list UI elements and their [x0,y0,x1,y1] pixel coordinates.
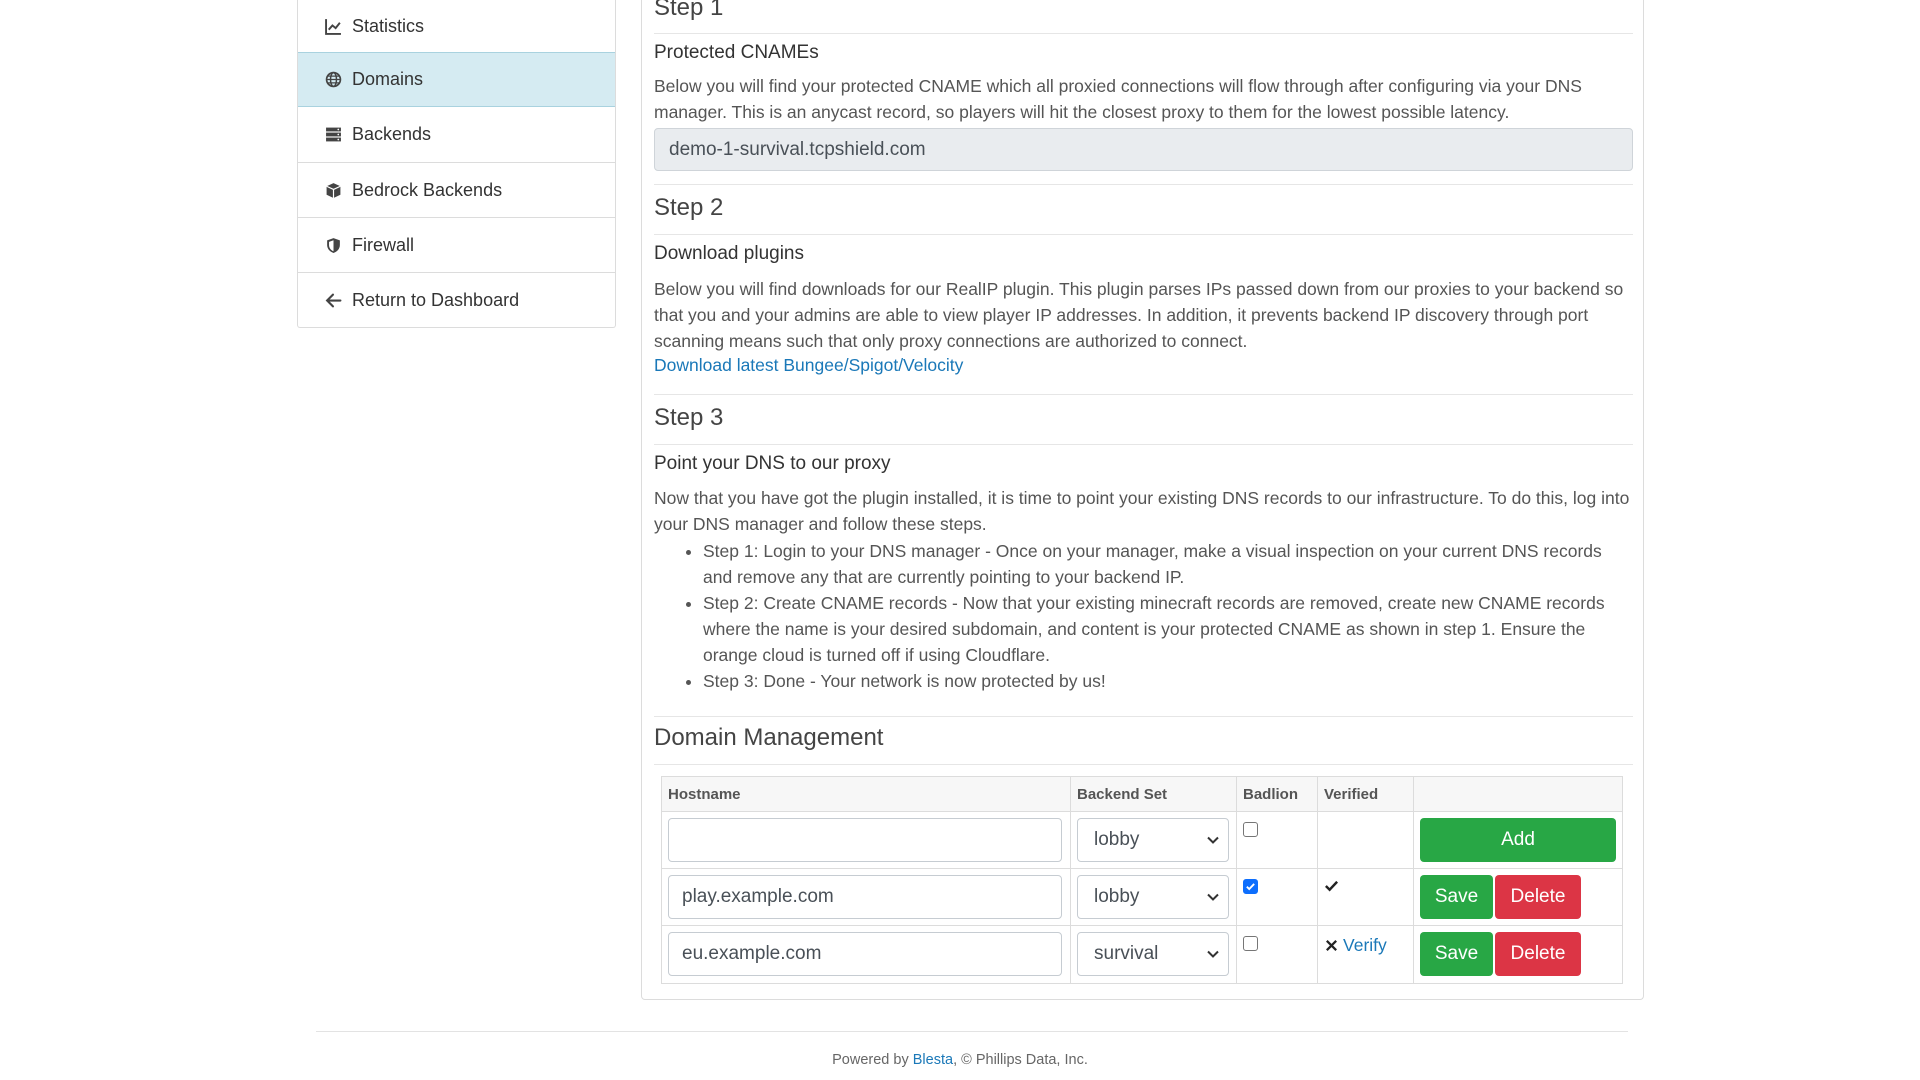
new-badlion-checkbox[interactable] [1243,822,1258,837]
sidebar-item-domains[interactable]: Domains [298,52,615,107]
table-header: Hostname Backend Set Badlion Verified [662,777,1622,812]
add-domain-button[interactable]: Add [1420,818,1616,862]
table-row-new: lobby Add [662,812,1622,869]
verified-status: Verify [1324,935,1387,956]
shield-icon [324,236,342,254]
cube-icon [324,181,342,199]
divider [654,716,1633,717]
chart-line-icon [324,17,342,35]
column-verified: Verified [1318,777,1414,811]
check-icon [1325,880,1339,892]
step3-subheading: Point your DNS to our proxy [654,453,891,474]
dns-steps-list: Step 1: Login to your DNS manager - Once… [654,538,1633,694]
sidebar-item-statistics[interactable]: Statistics [298,0,615,52]
new-backend-set-select[interactable]: lobby [1077,818,1229,862]
delete-button[interactable]: Delete [1495,875,1581,919]
hostname-input[interactable] [668,875,1062,919]
column-backend-set: Backend Set [1071,777,1237,811]
divider [654,394,1633,395]
cname-field[interactable]: demo-1-survival.tcpshield.com [654,128,1633,171]
blesta-link[interactable]: Blesta [913,1052,953,1068]
column-actions [1414,777,1622,811]
column-hostname: Hostname [662,777,1071,811]
main-panel: Step 1 Protected CNAMEs Below you will f… [641,0,1644,1000]
save-button[interactable]: Save [1420,875,1493,919]
sidebar-nav: Statistics Domains Backends Bedrock Back… [297,0,616,328]
sidebar-item-return-dashboard[interactable]: Return to Dashboard [298,272,615,327]
step2-description: Below you will find downloads for our Re… [654,279,1624,351]
footer-divider [316,1031,1628,1032]
sidebar-item-bedrock-backends[interactable]: Bedrock Backends [298,162,615,217]
divider [654,444,1633,445]
chevron-down-icon [1207,950,1219,958]
list-item: Step 1: Login to your DNS manager - Once… [703,538,1633,590]
hostname-input[interactable] [668,932,1062,976]
list-item: Step 3: Done - Your network is now prote… [703,668,1633,694]
badlion-checkbox[interactable] [1243,936,1258,951]
step1-heading: Step 1 [654,0,724,21]
sidebar-item-label: Return to Dashboard [352,289,520,310]
divider [654,764,1633,765]
sidebar-item-label: Statistics [352,15,425,36]
save-button[interactable]: Save [1420,932,1493,976]
divider [654,234,1633,235]
footer-prefix: Powered by [832,1052,913,1068]
new-hostname-input[interactable] [668,818,1062,862]
divider [654,184,1633,185]
backend-set-select[interactable]: survival [1077,932,1229,976]
step1-subheading: Protected CNAMEs [654,42,819,63]
sidebar-item-label: Firewall [352,234,415,255]
divider [654,33,1633,34]
verify-link[interactable]: Verify [1343,935,1387,956]
sidebar-item-label: Backends [352,124,432,144]
footer-suffix: , © Phillips Data, Inc. [953,1052,1088,1068]
close-icon [1326,940,1337,951]
footer: Powered by Blesta, © Phillips Data, Inc. [0,1052,1920,1068]
sidebar-item-label: Bedrock Backends [352,179,503,200]
step3-description: Now that you have got the plugin install… [654,488,1630,534]
step2-heading: Step 2 [654,194,724,221]
badlion-checkbox[interactable] [1243,879,1258,894]
delete-button[interactable]: Delete [1495,932,1581,976]
table-row: lobby Save Delete [662,869,1622,926]
sidebar-item-label: Domains [352,69,424,89]
verified-status [1324,878,1343,893]
step1-description: Below you will find your protected CNAME… [654,76,1582,122]
globe-icon [324,71,342,89]
step2-subheading: Download plugins [654,243,804,264]
column-badlion: Badlion [1237,777,1318,811]
step3-heading: Step 3 [654,404,724,431]
arrow-left-icon [324,291,342,309]
chevron-down-icon [1207,893,1219,901]
sidebar-item-firewall[interactable]: Firewall [298,217,615,272]
download-plugin-link[interactable]: Download latest Bungee/Spigot/Velocity [654,355,963,376]
domain-table: Hostname Backend Set Badlion Verified lo… [661,776,1623,984]
server-icon [324,126,342,144]
chevron-down-icon [1207,836,1219,844]
backend-set-select[interactable]: lobby [1077,875,1229,919]
list-item: Step 2: Create CNAME records - Now that … [703,590,1633,668]
table-row: survival Verify Save Delete [662,926,1622,983]
sidebar-item-backends[interactable]: Backends [298,107,615,162]
check-icon [1246,883,1255,891]
domain-management-heading: Domain Management [654,724,884,751]
